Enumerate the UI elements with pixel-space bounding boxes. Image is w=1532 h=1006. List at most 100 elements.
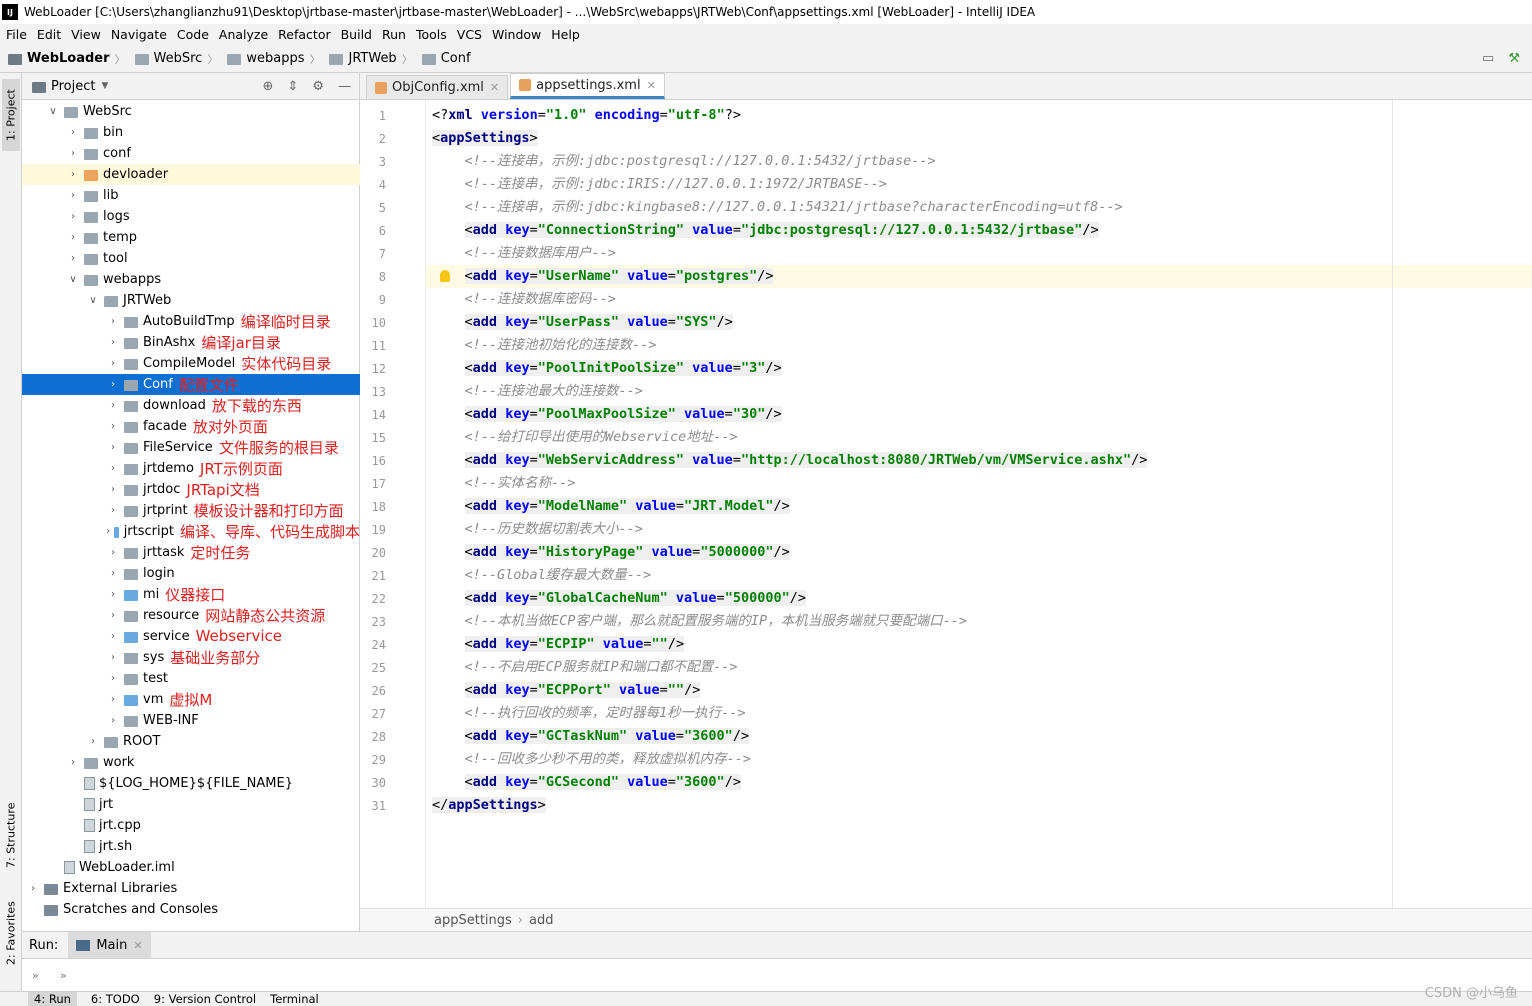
chevron-right-icon[interactable]: › [66,169,80,180]
favorites-tool-tab[interactable]: 2: Favorites [2,893,20,973]
code-line[interactable]: <!--连接串，示例:jdbc:IRIS://127.0.0.1:1972/JR… [432,173,887,196]
status-tab-9-version-control[interactable]: 9: Version Control [154,992,256,1006]
code-line[interactable]: <!--连接数据库用户--> [432,242,616,265]
tab-appsettings-xml[interactable]: appsettings.xml ✕ [510,73,665,99]
status-tab-terminal[interactable]: Terminal [270,992,319,1006]
chevron-right-icon[interactable]: › [106,589,120,600]
chevron-right-icon[interactable]: › [106,484,120,495]
editor-breadcrumb-add[interactable]: add [529,913,553,928]
tree-item-test[interactable]: › test [22,668,360,689]
chevron-right-icon[interactable]: › [66,148,80,159]
tree-item-resource[interactable]: › resource 网站静态公共资源 [22,605,360,626]
chevron-right-icon[interactable]: › [26,883,40,894]
project-tool-tab[interactable]: 1: Project [2,79,20,151]
code-line[interactable]: <add key="PoolMaxPoolSize" value="30"/> [432,403,782,426]
code-line[interactable]: </appSettings> [432,794,546,817]
breadcrumb-conf[interactable]: Conf [421,51,471,66]
code-line[interactable]: <!--实体名称--> [432,472,576,495]
chevron-down-icon[interactable]: ∨ [86,295,100,306]
tree-item-jrttask[interactable]: › jrttask 定时任务 [22,542,360,563]
tree-item-lib[interactable]: › lib [22,185,360,206]
breadcrumb-webapps[interactable]: webapps 〉 [227,51,325,67]
chevron-right-icon[interactable]: › [66,211,80,222]
code-line[interactable]: <add key="ECPIP" value=""/> [432,633,685,656]
menu-item-tools[interactable]: Tools [416,27,447,42]
code-line[interactable]: <appSettings> [432,127,538,150]
tree-item-devloader[interactable]: › devloader [22,163,360,185]
menu-item-refactor[interactable]: Refactor [278,27,330,42]
code-line[interactable]: <!--连接串，示例:jdbc:kingbase8://127.0.0.1:54… [432,196,1123,219]
tree-item-download[interactable]: › download 放下载的东西 [22,395,360,416]
chevron-down-icon[interactable]: ∨ [66,274,80,285]
chevron-right-icon[interactable]: › [66,253,80,264]
gear-icon[interactable]: ⚙ [312,79,324,94]
chevron-right-icon[interactable]: › [106,379,120,390]
chevron-right-icon[interactable]: › [106,442,120,453]
tree-item-service[interactable]: › service Webservice [22,626,360,647]
tree-item-facade[interactable]: › facade 放对外页面 [22,416,360,437]
tree-item-bin[interactable]: › bin [22,122,360,143]
chevron-right-icon[interactable]: › [106,463,120,474]
layout-icon[interactable]: ▭ [1482,51,1494,66]
menu-item-file[interactable]: File [6,27,27,42]
breadcrumb-webloader[interactable]: WebLoader 〉 [8,51,131,67]
expand-icon-2[interactable]: » [60,969,67,982]
chevron-right-icon[interactable]: › [106,505,120,516]
code-line[interactable]: <!--不启用ECP服务就IP和端口都不配置--> [432,656,738,679]
code-line[interactable]: <add key="ConnectionString" value="jdbc:… [432,219,1099,242]
chevron-right-icon[interactable]: › [106,715,120,726]
status-tab-6-todo[interactable]: 6: TODO [91,992,140,1006]
tree-item-autobuildtmp[interactable]: › AutoBuildTmp 编译临时目录 [22,311,360,332]
tree-item-root[interactable]: › ROOT [22,731,360,752]
code-line[interactable]: <!--执行回收的频率，定时器每1秒一执行--> [432,702,746,725]
tree-item-conf[interactable]: › conf [22,143,360,164]
chevron-right-icon[interactable]: › [106,694,120,705]
menu-item-view[interactable]: View [71,27,101,42]
code-line[interactable]: <!--连接数据库密码--> [432,288,616,311]
code-line[interactable]: <?xml version="1.0" encoding="utf-8"?> [432,104,741,127]
tree-item-jrtprint[interactable]: › jrtprint 模板设计器和打印方面 [22,500,360,521]
tree-item-external-libraries[interactable]: › External Libraries [22,878,360,899]
chevron-right-icon[interactable]: › [66,190,80,201]
chevron-right-icon[interactable]: › [66,232,80,243]
tree-item-work[interactable]: › work [22,752,360,773]
code-line[interactable]: <!--连接池最大的连接数--> [432,380,643,403]
menu-item-edit[interactable]: Edit [37,27,61,42]
tree-item-logs[interactable]: › logs [22,206,360,227]
menu-item-code[interactable]: Code [177,27,209,42]
minimize-icon[interactable]: — [338,79,351,94]
chevron-right-icon[interactable]: › [106,547,120,558]
tree-item-jrt[interactable]: jrt [22,794,360,815]
code-line[interactable]: <!--历史数据切割表大小--> [432,518,643,541]
code-line[interactable]: <add key="UserName" value="postgres"/> [432,265,774,288]
menu-item-help[interactable]: Help [551,27,580,42]
chevron-right-icon[interactable]: › [106,400,120,411]
code-line[interactable]: <!--连接串，示例:jdbc:postgresql://127.0.0.1:5… [432,150,936,173]
chevron-right-icon[interactable]: › [106,568,120,579]
menu-item-navigate[interactable]: Navigate [111,27,167,42]
chevron-down-icon[interactable]: ∨ [46,106,60,117]
code-line[interactable]: <add key="UserPass" value="SYS"/> [432,311,733,334]
code-line[interactable]: <add key="WebServicAddress" value="http:… [432,449,1148,472]
code-line[interactable]: <!--回收多少秒不用的类，释放虚拟机内存--> [432,748,751,771]
chevron-down-icon[interactable]: ▼ [101,81,108,91]
close-icon[interactable]: ✕ [133,939,142,952]
tree-item-tool[interactable]: › tool [22,248,360,269]
chevron-right-icon[interactable]: › [106,652,120,663]
tree-item-binashx[interactable]: › BinAshx 编译jar目录 [22,332,360,353]
tree-item--log-home-file-name-[interactable]: ${LOG_HOME}${FILE_NAME} [22,773,360,794]
locate-icon[interactable]: ⊕ [263,79,274,94]
expand-icon[interactable]: » [32,969,39,982]
project-panel-title[interactable]: Project [51,79,95,94]
collapse-all-icon[interactable]: ⇕ [287,79,298,94]
menu-item-vcs[interactable]: VCS [457,27,482,42]
chevron-right-icon[interactable]: › [66,127,80,138]
tree-item-fileservice[interactable]: › FileService 文件服务的根目录 [22,437,360,458]
close-icon[interactable]: ✕ [490,81,499,94]
tree-item-mi[interactable]: › mi 仪器接口 [22,584,360,605]
code-line[interactable]: <add key="GlobalCacheNum" value="500000"… [432,587,806,610]
chevron-right-icon[interactable]: › [106,337,120,348]
menu-item-analyze[interactable]: Analyze [219,27,268,42]
breadcrumb-websrc[interactable]: WebSrc 〉 [134,51,224,67]
code-area[interactable]: <?xml version="1.0" encoding="utf-8"?> <a… [426,100,1532,908]
